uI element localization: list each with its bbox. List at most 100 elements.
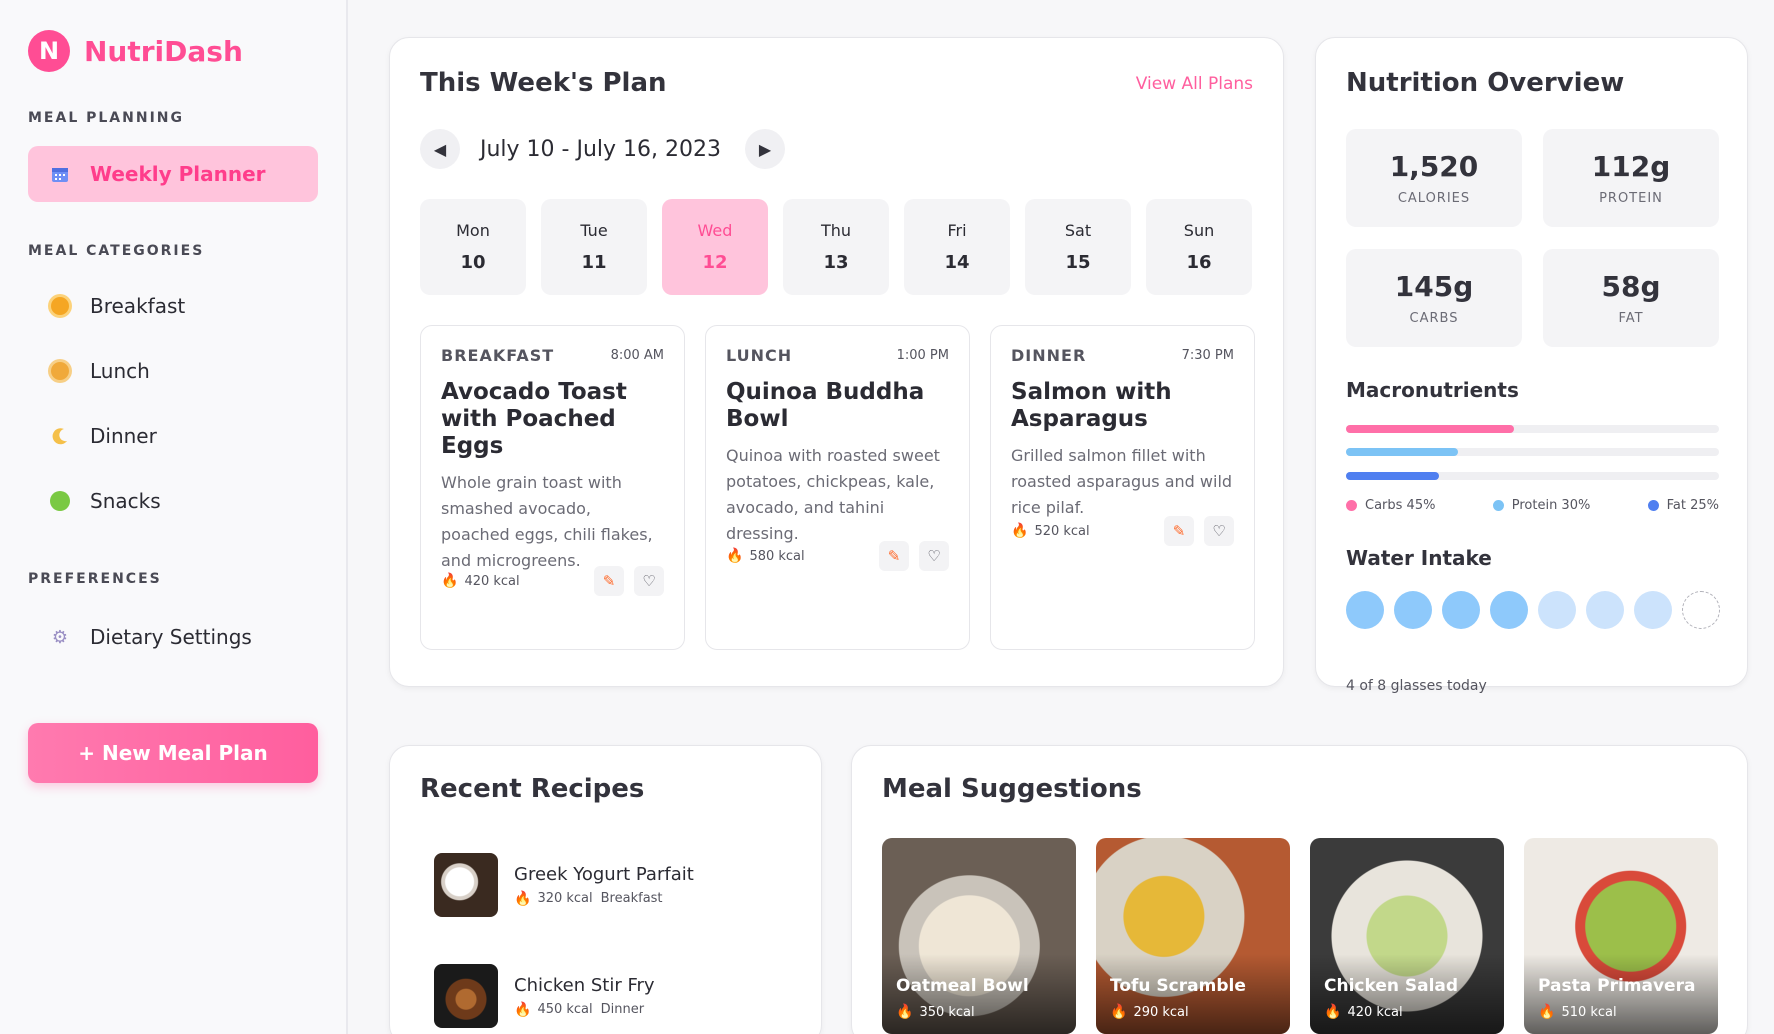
kcal-value: 420 kcal [1347,1004,1403,1020]
water-note: 4 of 8 glasses today [1346,678,1487,694]
day-name: Fri [947,221,967,240]
recipe-item[interactable]: Chicken Stir Fry 🔥 450 kcal Dinner [434,964,655,1028]
logo[interactable]: N NutriDash [28,30,243,72]
water-glass-icon[interactable] [1682,591,1720,629]
day-name: Tue [580,221,608,240]
recipe-thumbnail [434,964,498,1028]
day-number: 14 [944,252,970,273]
day-tue[interactable]: Tue 11 [541,199,647,295]
recipe-category: Dinner [600,1002,645,1017]
section-meal-planning: MEAL PLANNING [28,110,184,126]
day-number: 11 [581,252,607,273]
meal-card-dinner[interactable]: DINNER 7:30 PM Salmon with Asparagus Grille… [990,325,1255,650]
meal-description: Grilled salmon fillet with roasted aspar… [1011,446,1233,517]
view-all-plans-link[interactable]: View All Plans [1136,74,1253,94]
water-glass-icon[interactable] [1586,591,1624,629]
flame-icon: 🔥 [1110,1004,1128,1020]
sidebar-item-weekly-planner[interactable]: Weekly Planner [28,146,318,202]
prev-week-button[interactable]: ◀ [420,129,460,169]
edit-icon[interactable]: ✎ [1164,516,1194,546]
meal-title: Salmon with Asparagus [1011,379,1172,432]
legend-label: Fat 25% [1666,498,1719,513]
macro-fill [1346,425,1514,433]
stat-protein: 112g PROTEIN [1543,129,1719,227]
heart-icon[interactable]: ♡ [1204,516,1234,546]
edit-icon[interactable]: ✎ [879,541,909,571]
meal-footer: 🔥 520 kcal ✎ ♡ [1011,516,1234,546]
sidebar-item-label: Dietary Settings [90,625,252,649]
card-title: Meal Suggestions [882,774,1142,804]
heart-icon[interactable]: ♡ [634,566,664,596]
sidebar-item-dinner[interactable]: Dinner [28,408,318,464]
edit-icon[interactable]: ✎ [594,566,624,596]
kcal-value: 290 kcal [1133,1004,1189,1020]
day-fri[interactable]: Fri 14 [904,199,1010,295]
kcal-value: 510 kcal [1561,1004,1617,1020]
stat-carbs: 145g CARBS [1346,249,1522,347]
calendar-icon [48,162,72,186]
recent-recipes-card: Recent Recipes Greek Yogurt Parfait 🔥 32… [389,745,822,1034]
sidebar-item-snacks[interactable]: Snacks [28,473,318,529]
suggestion-pasta-primavera[interactable]: Pasta Primavera 🔥 510 kcal [1524,838,1718,1034]
apple-icon [48,489,72,513]
new-meal-plan-button[interactable]: + New Meal Plan [28,723,318,783]
sidebar-item-label: Breakfast [90,294,186,318]
suggestion-tofu-scramble[interactable]: Tofu Scramble 🔥 290 kcal [1096,838,1290,1034]
day-selector: Mon 10 Tue 11 Wed 12 Thu 13 Fri 14 Sat 15 Sun 16 [420,199,1252,295]
stat-value: 145g [1394,270,1474,303]
recipe-info: Chicken Stir Fry 🔥 450 kcal Dinner [514,975,655,1018]
water-glass-icon[interactable] [1442,591,1480,629]
sidebar-item-label: Dinner [90,424,157,448]
recipe-meta: 🔥 320 kcal Breakfast [514,891,694,907]
day-name: Sat [1064,221,1092,240]
water-glass-icon[interactable] [1490,591,1528,629]
flame-icon: 🔥 [514,1001,532,1018]
legend-dot [1492,500,1504,511]
sidebar-item-lunch[interactable]: Lunch [28,343,318,399]
meal-description: Whole grain toast with smashed avocado, … [441,473,653,570]
flame-icon: 🔥 [1538,1004,1556,1020]
suggestion-oatmeal-bowl[interactable]: Oatmeal Bowl 🔥 350 kcal [882,838,1076,1034]
day-number: 16 [1186,252,1212,273]
suggestion-name: Pasta Primavera [1538,976,1696,996]
recipe-kcal: 320 kcal [537,891,593,906]
meal-kcal: 🔥 420 kcal [441,573,584,589]
suggestion-kcal: 🔥 420 kcal [1324,1004,1403,1020]
stat-label: CARBS [1409,311,1459,326]
meal-header: LUNCH 1:00 PM [726,346,949,365]
day-thu[interactable]: Thu 13 [783,199,889,295]
meal-list: BREAKFAST 8:00 AM Avocado Toast with Poach… [420,325,1255,650]
sidebar-item-label: Weekly Planner [90,162,266,186]
meal-footer: 🔥 420 kcal ✎ ♡ [441,566,664,596]
next-week-button[interactable]: ▶ [745,129,786,169]
meal-card-breakfast[interactable]: BREAKFAST 8:00 AM Avocado Toast with Poach… [420,325,685,650]
meal-header: DINNER 7:30 PM [1011,346,1234,365]
heart-icon[interactable]: ♡ [919,541,949,571]
legend-label: Protein 30% [1511,498,1591,513]
stat-label: FAT [1618,311,1644,326]
sun-face-icon [48,359,72,383]
water-glasses [1346,591,1720,629]
nutrition-overview-card: Nutrition Overview 1,520 CALORIES 112g P… [1315,37,1748,694]
water-glass-icon[interactable] [1346,591,1384,629]
meal-type: LUNCH [726,346,793,365]
day-sun[interactable]: Sun 16 [1146,199,1252,295]
water-glass-icon[interactable] [1394,591,1432,629]
section-meal-categories: MEAL CATEGORIES [28,243,205,259]
stat-fat: 58g FAT [1543,249,1719,347]
macronutrients-heading: Macronutrients [1346,378,1519,402]
water-glass-icon[interactable] [1634,591,1672,629]
stat-value: 58g [1601,270,1661,303]
suggestion-chicken-salad[interactable]: Chicken Salad 🔥 420 kcal [1310,838,1504,1034]
stat-label: CALORIES [1397,191,1471,206]
recipe-item[interactable]: Greek Yogurt Parfait 🔥 320 kcal Breakfas… [434,853,694,917]
week-range: July 10 - July 16, 2023 [480,136,722,162]
meal-card-lunch[interactable]: LUNCH 1:00 PM Quinoa Buddha Bowl Quinoa wit… [705,325,970,650]
sidebar-item-label: Snacks [90,489,161,513]
water-glass-icon[interactable] [1538,591,1576,629]
day-wed[interactable]: Wed 12 [662,199,768,295]
day-mon[interactable]: Mon 10 [420,199,526,295]
sidebar-item-breakfast[interactable]: Breakfast [28,278,318,334]
sidebar-item-dietary-settings[interactable]: ⚙ Dietary Settings [28,609,318,665]
day-sat[interactable]: Sat 15 [1025,199,1131,295]
